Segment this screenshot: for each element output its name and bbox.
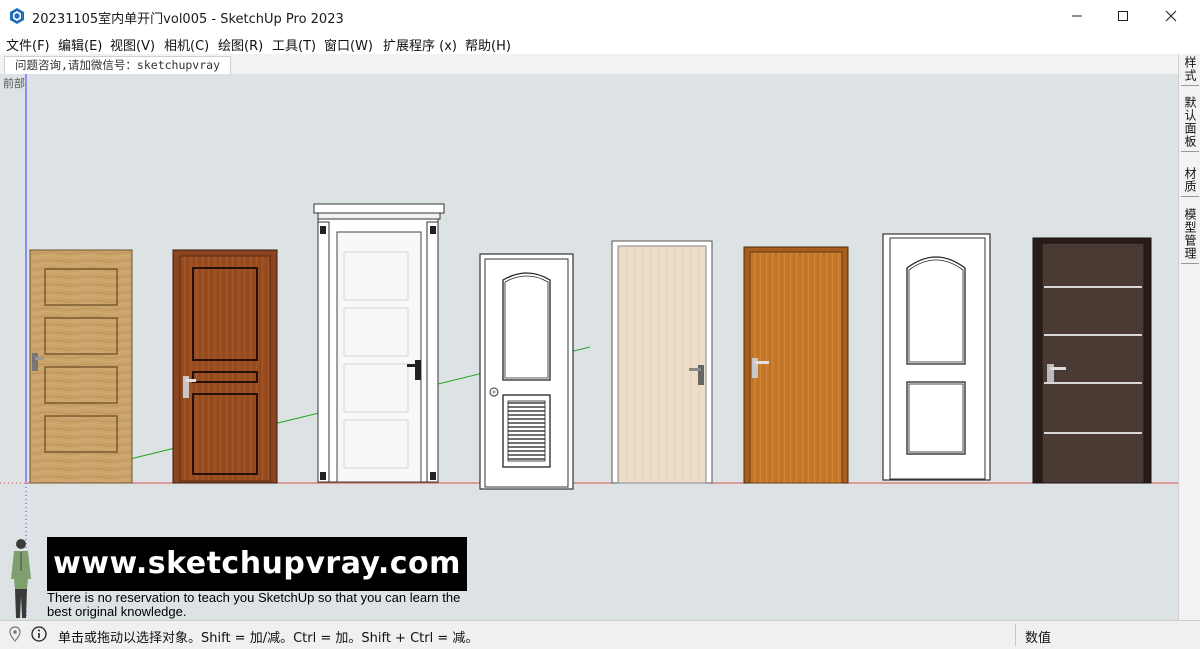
door-white-arched[interactable] — [882, 233, 991, 481]
status-divider — [1015, 624, 1016, 646]
menu-camera[interactable]: 相机(C) — [164, 35, 209, 54]
door-dark-brown[interactable] — [1032, 237, 1152, 484]
status-bar: 单击或拖动以选择对象。Shift = 加/减。Ctrl = 加。Shift + … — [0, 620, 1200, 649]
maximize-icon — [1118, 11, 1128, 21]
tray-tab-styles[interactable]: 样式 — [1181, 56, 1199, 86]
close-button[interactable] — [1148, 0, 1194, 32]
menu-help[interactable]: 帮助(H) — [465, 35, 511, 54]
menu-bar: 文件(F) 编辑(E) 视图(V) 相机(C) 绘图(R) 工具(T) 窗口(W… — [0, 32, 1200, 54]
menu-window[interactable]: 窗口(W) — [324, 35, 373, 54]
menu-extensions[interactable]: 扩展程序 (x) — [383, 35, 457, 54]
sketchup-app-icon — [10, 8, 24, 24]
scene-tab[interactable]: 问题咨询,请加微信号：sketchupvray — [4, 56, 232, 74]
geo-location-icon[interactable] — [6, 625, 24, 643]
scale-figure[interactable] — [11, 539, 31, 618]
door-orange-wood[interactable] — [743, 246, 849, 484]
title-bar: 20231105室内单开门vol005 - SketchUp Pro 2023 — [0, 0, 1200, 32]
menu-file[interactable]: 文件(F) — [6, 35, 50, 54]
menu-tools[interactable]: 工具(T) — [272, 35, 316, 54]
close-icon — [1165, 10, 1177, 22]
watermark-tagline: There is no reservation to teach you Ske… — [47, 590, 461, 619]
maximize-button[interactable] — [1100, 0, 1146, 32]
model-viewport[interactable]: 前部 www.sketchupvray.com There is no rese… — [0, 74, 1178, 620]
tray-tab-default-panel[interactable]: 默认面板 — [1181, 96, 1199, 152]
door-red-wood[interactable] — [172, 249, 278, 484]
window-title: 20231105室内单开门vol005 - SketchUp Pro 2023 — [32, 12, 344, 27]
measurements-input[interactable] — [1060, 625, 1188, 645]
minimize-icon — [1072, 15, 1082, 17]
measurements-label: 数值 — [1025, 631, 1052, 646]
banner-url: www.sketchupvray.com — [53, 546, 461, 581]
menu-edit[interactable]: 编辑(E) — [58, 35, 102, 54]
tray-tab-materials[interactable]: 材质 — [1181, 167, 1199, 197]
tray-tab-model-manager[interactable]: 模型管理 — [1181, 208, 1199, 264]
door-white-louvered[interactable] — [479, 253, 574, 490]
status-message: 单击或拖动以选择对象。Shift = 加/减。Ctrl = 加。Shift + … — [58, 631, 479, 646]
menu-draw[interactable]: 绘图(R) — [218, 35, 263, 54]
minimize-button[interactable] — [1054, 0, 1100, 32]
scene-tab-bar: 问题咨询,请加微信号：sketchupvray — [0, 54, 1178, 75]
watermark-banner: www.sketchupvray.com — [47, 537, 467, 591]
door-white-pediment[interactable] — [313, 203, 445, 483]
menu-view[interactable]: 视图(V) — [110, 35, 155, 54]
default-tray: 样式 默认面板 材质 模型管理 — [1178, 54, 1200, 620]
door-pale-wood[interactable] — [611, 240, 713, 484]
door-light-wood-panels[interactable] — [29, 249, 133, 484]
info-icon[interactable] — [30, 625, 48, 643]
